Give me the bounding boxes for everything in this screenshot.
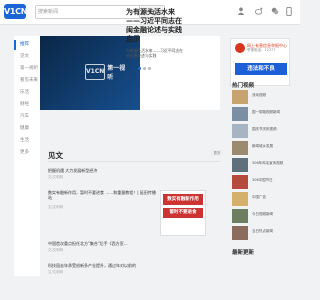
ad-button[interactable]: 违法和不良 — [235, 63, 287, 75]
divider — [48, 161, 220, 162]
ad-line2: 举报电话：12377 — [247, 48, 276, 52]
thumbnail-image[interactable] — [232, 141, 248, 155]
latest-title: 最新更新 — [232, 250, 255, 256]
news-meta: 文/文明网 — [48, 248, 64, 252]
news-headline[interactable]: 科技园去年承受创新多产业提升，通过年对以前的 — [48, 263, 136, 269]
list-item-title[interactable]: 国一带路视频新闻 — [252, 110, 290, 115]
weixin-icon[interactable] — [270, 6, 280, 16]
news-image-title: 数实有融新作用 — [163, 194, 203, 205]
thumbnail-image[interactable] — [232, 209, 248, 223]
news-meta: 文/文明网 — [48, 205, 64, 209]
news-headline[interactable]: 把握机遇 大力发展新型经济 — [48, 168, 97, 174]
nav-item-finance[interactable]: 财经 — [14, 100, 40, 110]
weibo-icon[interactable] — [254, 6, 264, 16]
nav-item-lehuo[interactable]: 乐活 — [14, 88, 40, 98]
list-item[interactable]: 306年鸡毛宣传视频 — [232, 158, 292, 174]
thumbnail-image[interactable] — [232, 158, 248, 172]
carousel-dots — [138, 67, 151, 70]
list-item[interactable]: 中国广告 — [232, 192, 292, 208]
carousel-dot[interactable] — [138, 67, 141, 70]
nav-item-health[interactable]: 健康 — [14, 124, 40, 134]
thumbnail-image[interactable] — [232, 124, 248, 138]
list-item[interactable]: 今日视频新闻 — [232, 209, 292, 225]
nav-item-recommend[interactable]: 推荐 — [14, 40, 42, 50]
list-item-title[interactable]: 今日视频新闻 — [252, 212, 290, 217]
list-item[interactable]: 新闻城乡发展 — [232, 141, 292, 157]
hero-subtitle: 为有源头活水来——习近平同志在闽金融论述与实践 — [126, 48, 183, 58]
nav-item-auto[interactable]: 汽车 — [14, 112, 40, 122]
carousel-dot[interactable] — [148, 67, 151, 70]
hero-brand-text: 第一视听 — [107, 65, 126, 81]
section-title: 见文 — [48, 151, 63, 160]
nav-item-future[interactable]: 看见未来 — [14, 76, 40, 86]
list-item-title[interactable]: 306年鸡毛宣传视频 — [252, 161, 290, 166]
list-item[interactable]: 当日热点新闻 — [232, 226, 292, 242]
list-item[interactable]: 306中国节日 — [232, 175, 292, 191]
nav-item-jianwen[interactable]: 见文 — [14, 52, 40, 62]
carousel-dot[interactable] — [143, 67, 146, 70]
list-item-title[interactable]: 新闻城乡发展 — [252, 144, 290, 149]
hero-title[interactable]: 为有源头活水来——习近平同志在闽金融论述与实践启示 — [126, 8, 186, 44]
hero-logo-mark: V1CN — [85, 64, 106, 80]
thumbnail-image[interactable] — [232, 226, 248, 240]
list-item-title[interactable]: 国庆节庆祝视频 — [252, 127, 290, 132]
left-nav: 推荐 见文 第一视听 看见未来 乐活 财经 汽车 健康 生活 更多 — [14, 36, 40, 276]
news-image[interactable]: 数实有融新作用 暂时不要进食 — [160, 190, 206, 236]
thumbnail-image[interactable] — [232, 107, 248, 121]
nav-item-more[interactable]: 更多 — [14, 148, 40, 158]
report-center-badge-icon — [235, 43, 245, 53]
news-headline[interactable]: 中国首次重点担任北方"集合"后手《西方宣… — [48, 241, 128, 247]
more-link[interactable]: 更多 — [211, 150, 223, 156]
list-item[interactable]: 国庆节庆祝视频 — [232, 124, 292, 140]
thumbnail-image[interactable] — [232, 192, 248, 206]
hot-videos-title: 热门视频 — [232, 83, 255, 89]
nav-item-life[interactable]: 生活 — [14, 136, 40, 146]
news-meta: 文/文明网 — [48, 270, 64, 274]
news-headline[interactable]: 数实有融新作用，暂时不要进食 ……和重量教程！| 延田传播站 — [48, 190, 156, 200]
list-item-title[interactable]: 流动视频 — [252, 93, 290, 98]
hero-brand-logo: V1CN 第一视听 — [85, 62, 129, 82]
list-item[interactable]: 国一带路视频新闻 — [232, 107, 292, 123]
list-item[interactable]: 流动视频 — [232, 90, 292, 106]
user-icon[interactable] — [236, 6, 246, 16]
thumbnail-image[interactable] — [232, 175, 248, 189]
list-item-title[interactable]: 中国广告 — [252, 195, 290, 200]
nav-item-diyi-shiting[interactable]: 第一视听 — [14, 64, 40, 74]
hero-image[interactable]: V1CN 第一视听 — [40, 36, 140, 110]
list-item-title[interactable]: 306中国节日 — [252, 178, 290, 183]
search-input[interactable] — [38, 7, 138, 17]
site-logo[interactable]: V1CN — [4, 4, 27, 19]
list-item-title[interactable]: 当日热点新闻 — [252, 229, 290, 234]
news-image-subtitle: 暂时不要进食 — [163, 208, 203, 218]
report-center-ad[interactable]: 网上有害信息举报中心 举报电话：12377 违法和不良 — [230, 38, 290, 86]
thumbnail-image[interactable] — [232, 90, 248, 104]
news-meta: 文/文明网 — [48, 175, 64, 179]
mobile-icon[interactable] — [284, 6, 294, 16]
